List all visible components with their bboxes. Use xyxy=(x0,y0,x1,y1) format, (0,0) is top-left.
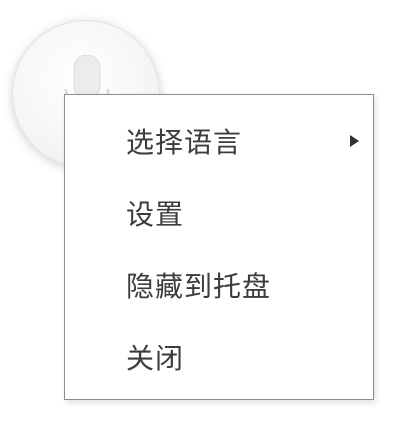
menu-item-label: 隐藏到托盘 xyxy=(126,270,272,303)
menu-item-label: 选择语言 xyxy=(126,126,243,159)
menu-item-hide-to-tray[interactable]: 隐藏到托盘 xyxy=(65,255,373,315)
menu-item-close[interactable]: 关闭 xyxy=(65,327,373,387)
chevron-right-icon xyxy=(350,135,359,147)
menu-item-settings[interactable]: 设置 xyxy=(65,183,373,243)
menu-item-label: 关闭 xyxy=(126,342,185,375)
menu-item-label: 设置 xyxy=(126,198,185,231)
context-menu: 选择语言 设置 隐藏到托盘 关闭 xyxy=(64,94,374,400)
menu-item-select-language[interactable]: 选择语言 xyxy=(65,111,373,171)
desktop-area: 选择语言 设置 隐藏到托盘 关闭 xyxy=(0,0,400,421)
